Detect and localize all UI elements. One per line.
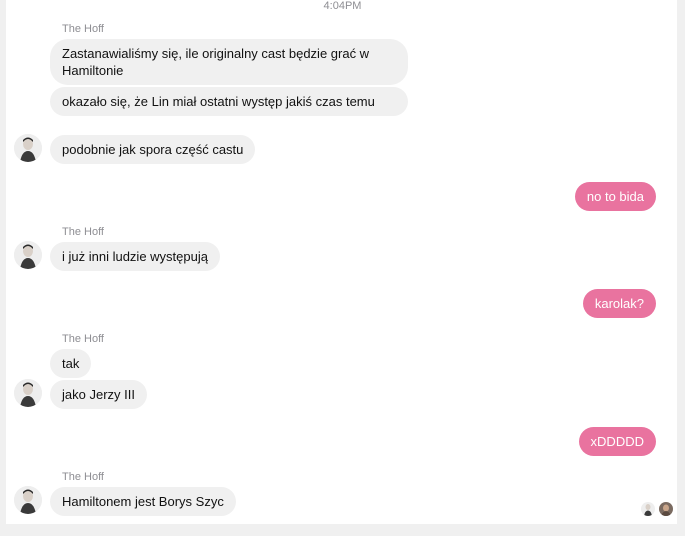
person-photo-icon (641, 502, 655, 516)
avatar[interactable] (14, 134, 42, 162)
message-bubble-incoming[interactable]: okazało się, że Lin miał ostatni występ … (50, 87, 408, 116)
avatar[interactable] (14, 379, 42, 407)
sender-name: The Hoff (62, 23, 104, 35)
sender-name: The Hoff (62, 471, 104, 483)
message-bubble-outgoing[interactable]: xDDDDD (578, 427, 656, 456)
person-photo-icon (14, 486, 42, 514)
person-photo-icon (14, 134, 42, 162)
person-photo-icon (14, 241, 42, 269)
avatar[interactable] (14, 241, 42, 269)
person-photo-icon (659, 502, 673, 516)
message-bubble-incoming[interactable]: Zastanawialiśmy się, ile originalny cast… (50, 39, 408, 85)
message-bubble-incoming[interactable]: podobnie jak spora część castu (50, 135, 256, 164)
message-timestamp: 4:04PM (323, 0, 362, 12)
message-bubble-incoming[interactable]: i już inni ludzie występują (50, 242, 220, 271)
sender-name: The Hoff (62, 226, 104, 238)
message-bubble-incoming[interactable]: tak (50, 349, 92, 378)
message-bubble-outgoing[interactable]: karolak? (582, 289, 656, 318)
message-bubble-incoming[interactable]: Hamiltonem jest Borys Szyc (50, 487, 236, 516)
person-photo-icon (14, 379, 42, 407)
message-bubble-incoming[interactable]: jako Jerzy III (50, 380, 147, 409)
seen-receipt-avatar (641, 502, 655, 516)
message-bubble-outgoing[interactable]: no to bida (574, 182, 656, 211)
seen-receipt-avatar (659, 502, 673, 516)
sender-name: The Hoff (62, 333, 104, 345)
avatar[interactable] (14, 486, 42, 514)
